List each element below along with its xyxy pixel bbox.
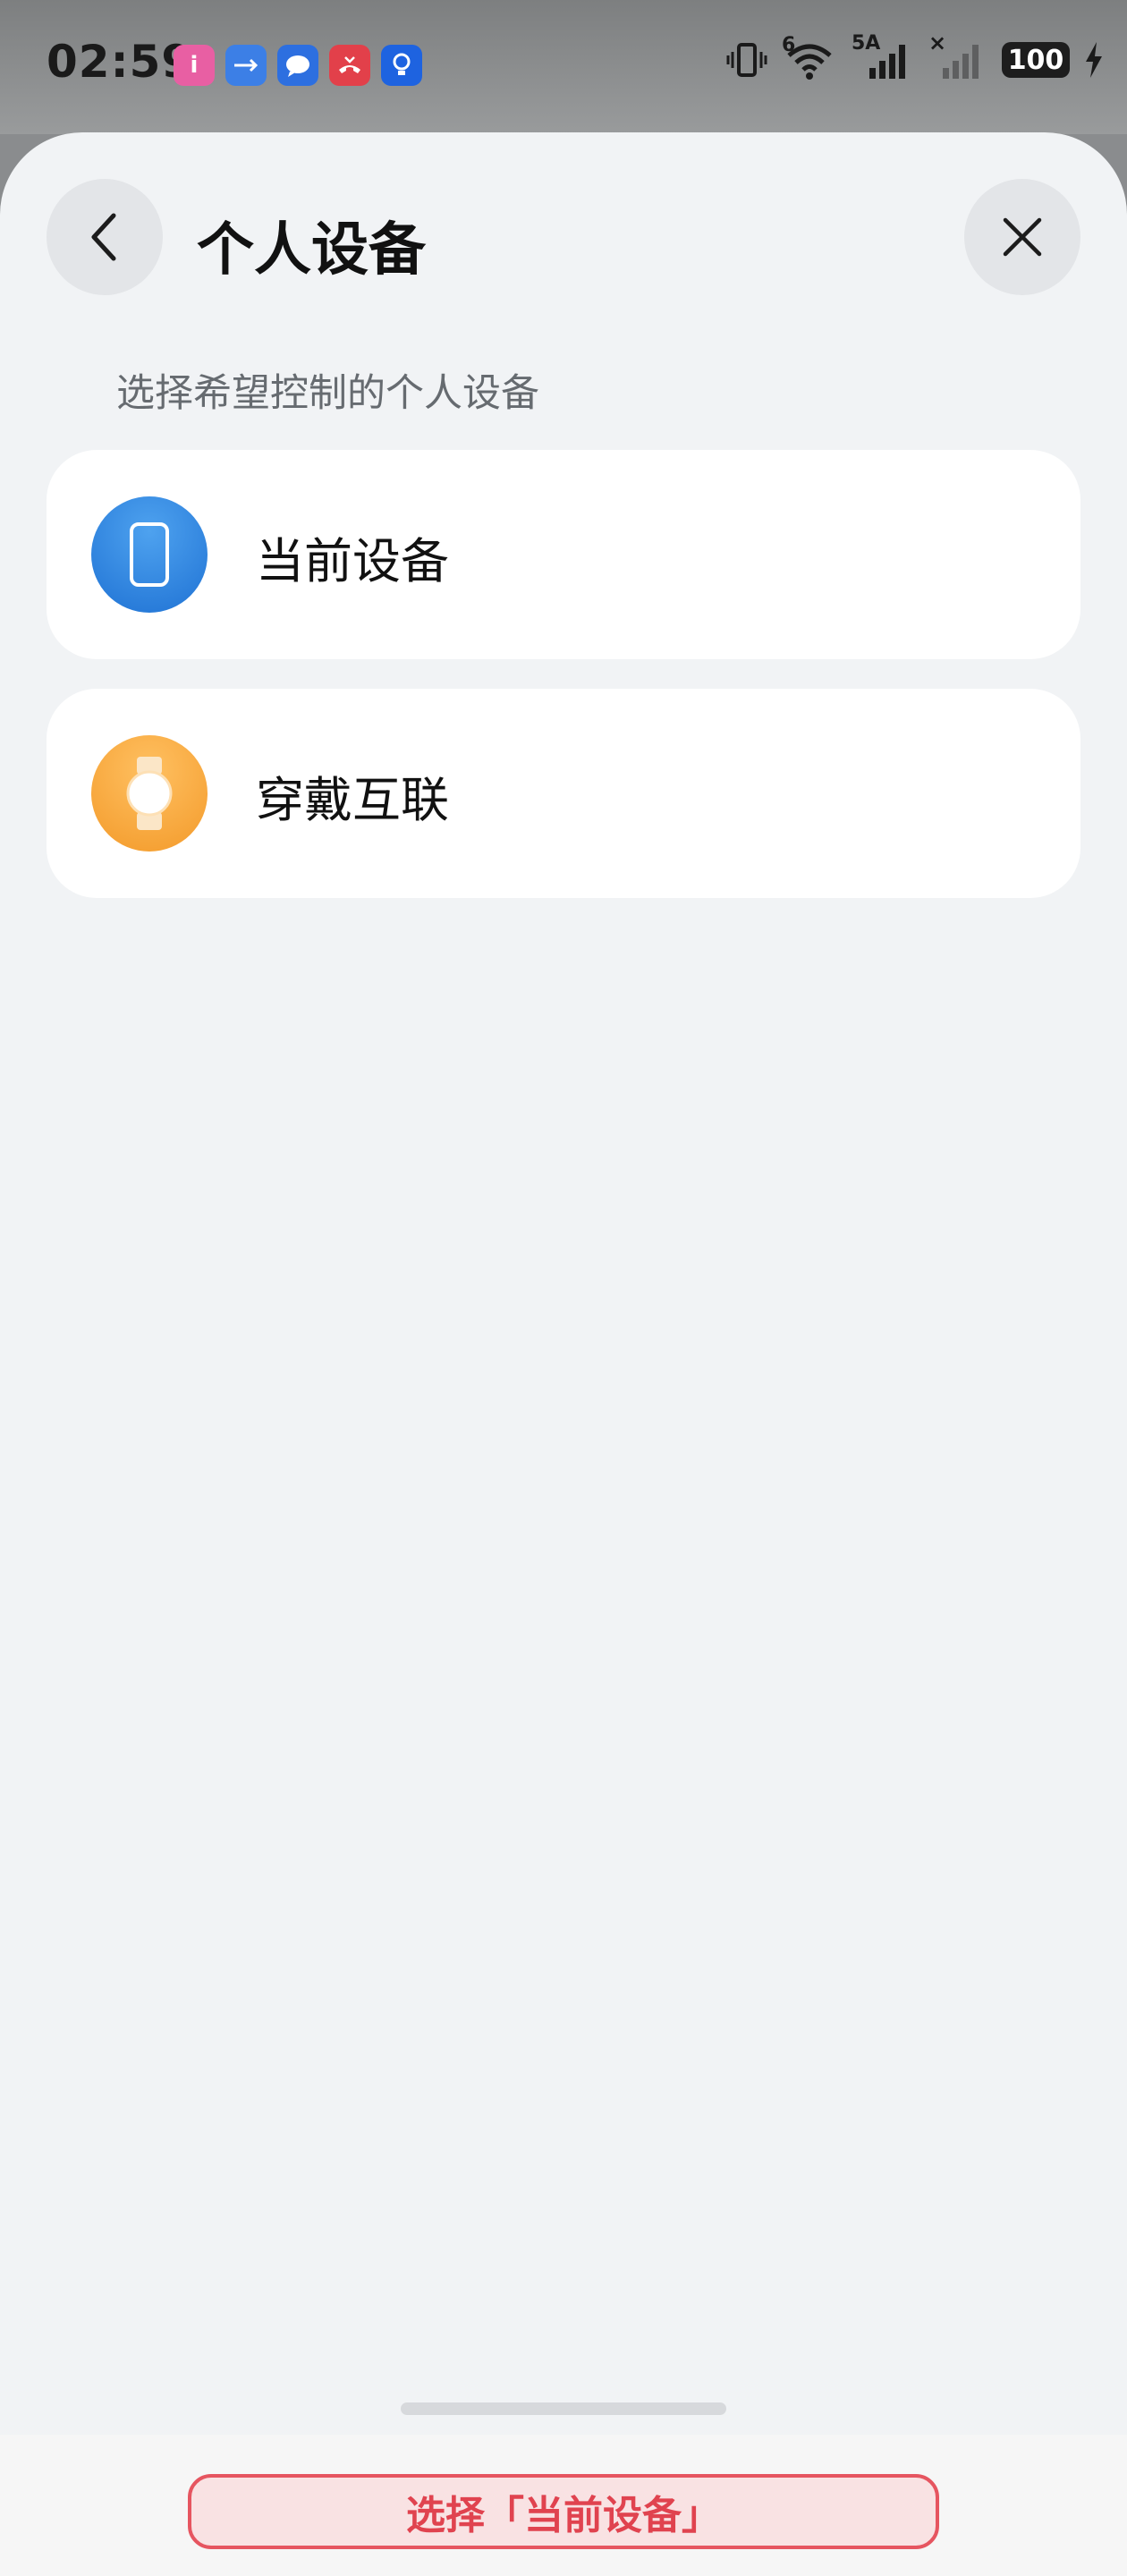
network-label: 5A	[852, 32, 881, 55]
signal-5a-icon: 5A	[852, 32, 914, 80]
usb-icon	[225, 45, 267, 86]
battery-indicator: 100	[1002, 42, 1070, 78]
home-indicator[interactable]	[401, 2402, 726, 2415]
page-subtitle: 选择希望控制的个人设备	[116, 371, 539, 416]
wifi-icon: 6	[782, 34, 837, 80]
message-icon	[277, 45, 318, 86]
watch-icon	[91, 735, 208, 852]
charging-icon	[1086, 42, 1102, 78]
wifi-badge: 6	[782, 34, 796, 56]
signal-empty-icon: ×	[928, 30, 987, 80]
device-card-wearable[interactable]: 穿戴互联	[47, 689, 1080, 898]
status-time: 02:59	[47, 36, 194, 88]
close-icon	[1003, 217, 1042, 257]
device-label: 穿戴互联	[256, 772, 449, 828]
tips-icon	[381, 45, 422, 86]
status-bar: 02:59 i 6 5A × 100	[0, 0, 1127, 134]
notification-icons: i	[174, 45, 422, 86]
vibrate-icon	[726, 43, 767, 77]
missed-call-icon	[329, 45, 370, 86]
sim2-mark: ×	[928, 30, 947, 55]
system-icons: 6 5A × 100	[726, 30, 1104, 80]
phone-icon	[91, 496, 208, 613]
back-button[interactable]	[47, 179, 163, 295]
app-i-icon: i	[174, 45, 215, 86]
bottom-action-bar: 选择「当前设备」	[0, 2435, 1127, 2576]
select-device-button[interactable]: 选择「当前设备」	[188, 2474, 939, 2549]
close-button[interactable]	[964, 179, 1080, 295]
device-label: 当前设备	[256, 533, 449, 589]
page-title: 个人设备	[197, 217, 426, 284]
device-card-current[interactable]: 当前设备	[47, 450, 1080, 659]
chevron-left-icon	[91, 213, 116, 261]
